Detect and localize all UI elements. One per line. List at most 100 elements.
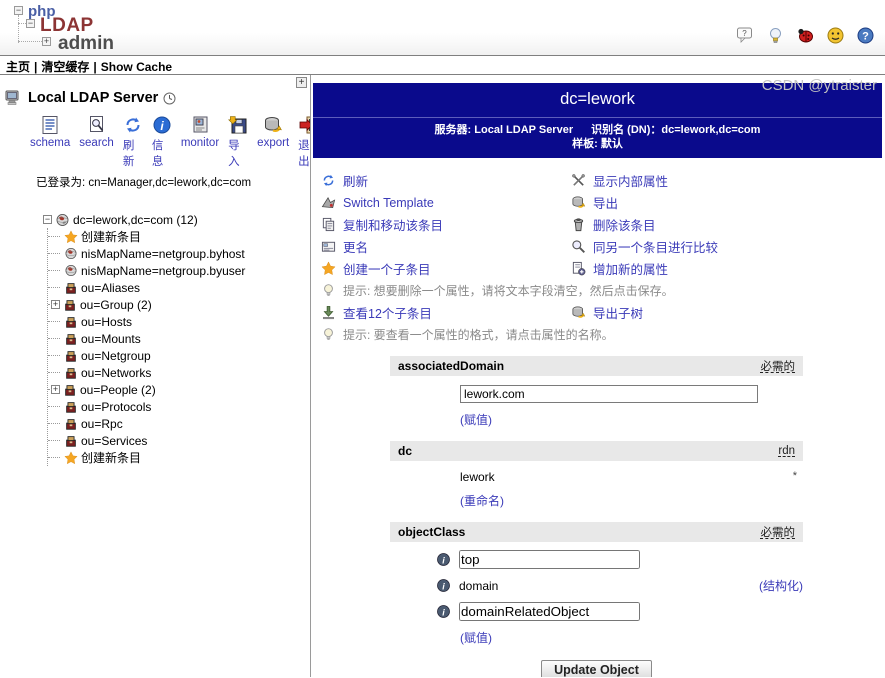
action-copy-move-entry[interactable]: 复制和移动该条目 bbox=[321, 216, 571, 233]
star-icon bbox=[64, 230, 78, 244]
attribute-name[interactable]: dc bbox=[398, 444, 412, 458]
bug-icon[interactable] bbox=[796, 26, 815, 45]
objectclass-input-domainrelatedobject[interactable] bbox=[459, 602, 640, 621]
info-icon[interactable]: i bbox=[436, 552, 451, 567]
expand-icon[interactable] bbox=[51, 385, 60, 394]
sidebar: Local LDAP Server schema bbox=[0, 75, 311, 677]
rename-link[interactable]: (重命名) bbox=[460, 494, 504, 508]
tree-item-create-entry-bottom[interactable]: 创建新条目 bbox=[48, 449, 310, 466]
expand-icon[interactable] bbox=[51, 300, 60, 309]
tree-item-ou-rpc[interactable]: ou=Rpc bbox=[48, 415, 310, 432]
toolbar-search-label: search bbox=[79, 137, 114, 149]
magnifier-icon bbox=[571, 239, 586, 254]
ldap-tree: dc=lework,dc=com (12) 创建新条目 bbox=[43, 211, 310, 466]
structural-link[interactable]: (结构化) bbox=[759, 577, 803, 594]
ou-container-icon bbox=[63, 298, 77, 312]
action-show-internal-attrs[interactable]: 显示内部属性 bbox=[571, 172, 885, 189]
toolbar-logout[interactable]: 退出 bbox=[298, 115, 311, 169]
switch-template-icon bbox=[321, 195, 336, 210]
entry-subtitle: 服务器: Local LDAP Server识别名 (DN)：dc=lework… bbox=[313, 118, 882, 158]
toolbar-refresh[interactable]: 刷新 bbox=[123, 115, 143, 169]
action-rename[interactable]: 更名 bbox=[321, 238, 571, 255]
tree-item-create-entry[interactable]: 创建新条目 bbox=[48, 228, 310, 245]
attribute-name[interactable]: associatedDomain bbox=[398, 359, 504, 373]
menu-item-show-cache[interactable]: Show Cache bbox=[101, 60, 172, 74]
tree-item-label[interactable]: 创建新条目 bbox=[81, 228, 141, 245]
info-icon[interactable]: i bbox=[436, 604, 451, 619]
hint-bubble-icon[interactable]: ? bbox=[736, 26, 755, 45]
action-label: 同另一个条目进行比较 bbox=[593, 237, 718, 256]
dc-value-row: lework * bbox=[460, 470, 803, 484]
entry-header: dc=lework 服务器: Local LDAP Server识别名 (DN)… bbox=[313, 83, 882, 158]
action-export-subtree[interactable]: 导出子树 bbox=[571, 304, 885, 321]
toolbar-info[interactable]: i 信息 bbox=[152, 115, 172, 169]
tree-item-ou-hosts[interactable]: ou=Hosts bbox=[48, 313, 310, 330]
tree-item-label[interactable]: 创建新条目 bbox=[81, 449, 141, 466]
search-doc-icon bbox=[87, 115, 107, 135]
tree-item-label[interactable]: ou=Netgroup bbox=[81, 349, 151, 363]
world-icon bbox=[64, 264, 78, 277]
menu-item-purge-cache[interactable]: 清空缓存 bbox=[41, 60, 89, 74]
tree-item-ou-services[interactable]: ou=Services bbox=[48, 432, 310, 449]
action-label: Switch Template bbox=[343, 196, 434, 210]
tree-item-label[interactable]: ou=Hosts bbox=[81, 315, 132, 329]
export-db-icon bbox=[571, 305, 586, 320]
star-icon bbox=[64, 451, 78, 465]
action-create-child-entry[interactable]: 创建一个子条目 bbox=[321, 260, 571, 277]
associateddomain-addvalue-row: (赋值) bbox=[460, 411, 803, 428]
action-compare-entry[interactable]: 同另一个条目进行比较 bbox=[571, 238, 885, 255]
help-icon[interactable]: ? bbox=[856, 26, 875, 45]
action-view-children[interactable]: 查看12个子条目 bbox=[321, 304, 571, 321]
tree-root-label[interactable]: dc=lework,dc=com (12) bbox=[73, 213, 198, 227]
action-export[interactable]: 导出 bbox=[571, 194, 885, 211]
phpldapadmin-logo: php LDAP admin bbox=[6, 2, 126, 54]
server-label: 服务器: Local LDAP Server bbox=[435, 124, 574, 136]
info-icon: i bbox=[152, 115, 172, 135]
add-value-link[interactable]: (赋值) bbox=[460, 631, 492, 645]
menu-item-home[interactable]: 主页 bbox=[6, 60, 30, 74]
tree-item-ou-mounts[interactable]: ou=Mounts bbox=[48, 330, 310, 347]
tree-item-nismap-byhost[interactable]: nisMapName=netgroup.byhost bbox=[48, 245, 310, 262]
associateddomain-input[interactable] bbox=[460, 385, 758, 403]
server-toolbar: schema search bbox=[30, 115, 310, 169]
smiley-icon[interactable] bbox=[826, 26, 845, 45]
tree-item-label[interactable]: ou=Group (2) bbox=[80, 298, 152, 312]
action-label: 复制和移动该条目 bbox=[343, 215, 443, 234]
tree-item-label[interactable]: nisMapName=netgroup.byuser bbox=[81, 264, 245, 278]
objectclass-input-top[interactable] bbox=[459, 550, 640, 569]
tree-item-ou-netgroup[interactable]: ou=Netgroup bbox=[48, 347, 310, 364]
tree-item-ou-group[interactable]: ou=Group (2) bbox=[48, 296, 310, 313]
tree-item-label[interactable]: ou=Mounts bbox=[81, 332, 141, 346]
expand-all-icon[interactable] bbox=[296, 77, 307, 88]
tree-item-label[interactable]: ou=Protocols bbox=[81, 400, 151, 414]
tree-item-nismap-byuser[interactable]: nisMapName=netgroup.byuser bbox=[48, 262, 310, 279]
tree-item-label[interactable]: ou=Rpc bbox=[81, 417, 123, 431]
toolbar-schema[interactable]: schema bbox=[30, 115, 70, 169]
tree-item-label[interactable]: nisMapName=netgroup.byhost bbox=[81, 247, 245, 261]
tree-item-ou-aliases[interactable]: ou=Aliases bbox=[48, 279, 310, 296]
action-add-attribute[interactable]: 增加新的属性 bbox=[571, 260, 885, 277]
tree-root-dc-lework[interactable]: dc=lework,dc=com (12) bbox=[43, 211, 310, 228]
update-object-button[interactable]: Update Object bbox=[541, 660, 652, 677]
action-delete-entry[interactable]: 删除该条目 bbox=[571, 216, 885, 233]
info-icon[interactable]: i bbox=[436, 578, 451, 593]
tree-item-ou-protocols[interactable]: ou=Protocols bbox=[48, 398, 310, 415]
lightbulb-icon[interactable] bbox=[766, 26, 785, 45]
phpldapadmin-page: php LDAP admin ? bbox=[0, 0, 885, 678]
add-value-link[interactable]: (赋值) bbox=[460, 413, 492, 427]
tree-item-ou-people[interactable]: ou=People (2) bbox=[48, 381, 310, 398]
toolbar-monitor[interactable]: monitor bbox=[181, 115, 219, 169]
tree-item-label[interactable]: ou=People (2) bbox=[80, 383, 156, 397]
toolbar-export[interactable]: export bbox=[257, 115, 289, 169]
collapse-icon[interactable] bbox=[43, 215, 52, 224]
tree-item-label[interactable]: ou=Services bbox=[81, 434, 147, 448]
tree-item-label[interactable]: ou=Aliases bbox=[81, 281, 140, 295]
attribute-name[interactable]: objectClass bbox=[398, 525, 465, 539]
toolbar-import[interactable]: 导入 bbox=[228, 115, 248, 169]
tree-item-ou-networks[interactable]: ou=Networks bbox=[48, 364, 310, 381]
import-icon bbox=[228, 115, 248, 135]
toolbar-search[interactable]: search bbox=[79, 115, 114, 169]
action-refresh[interactable]: 刷新 bbox=[321, 172, 571, 189]
action-switch-template[interactable]: Switch Template bbox=[321, 194, 571, 211]
tree-item-label[interactable]: ou=Networks bbox=[81, 366, 151, 380]
